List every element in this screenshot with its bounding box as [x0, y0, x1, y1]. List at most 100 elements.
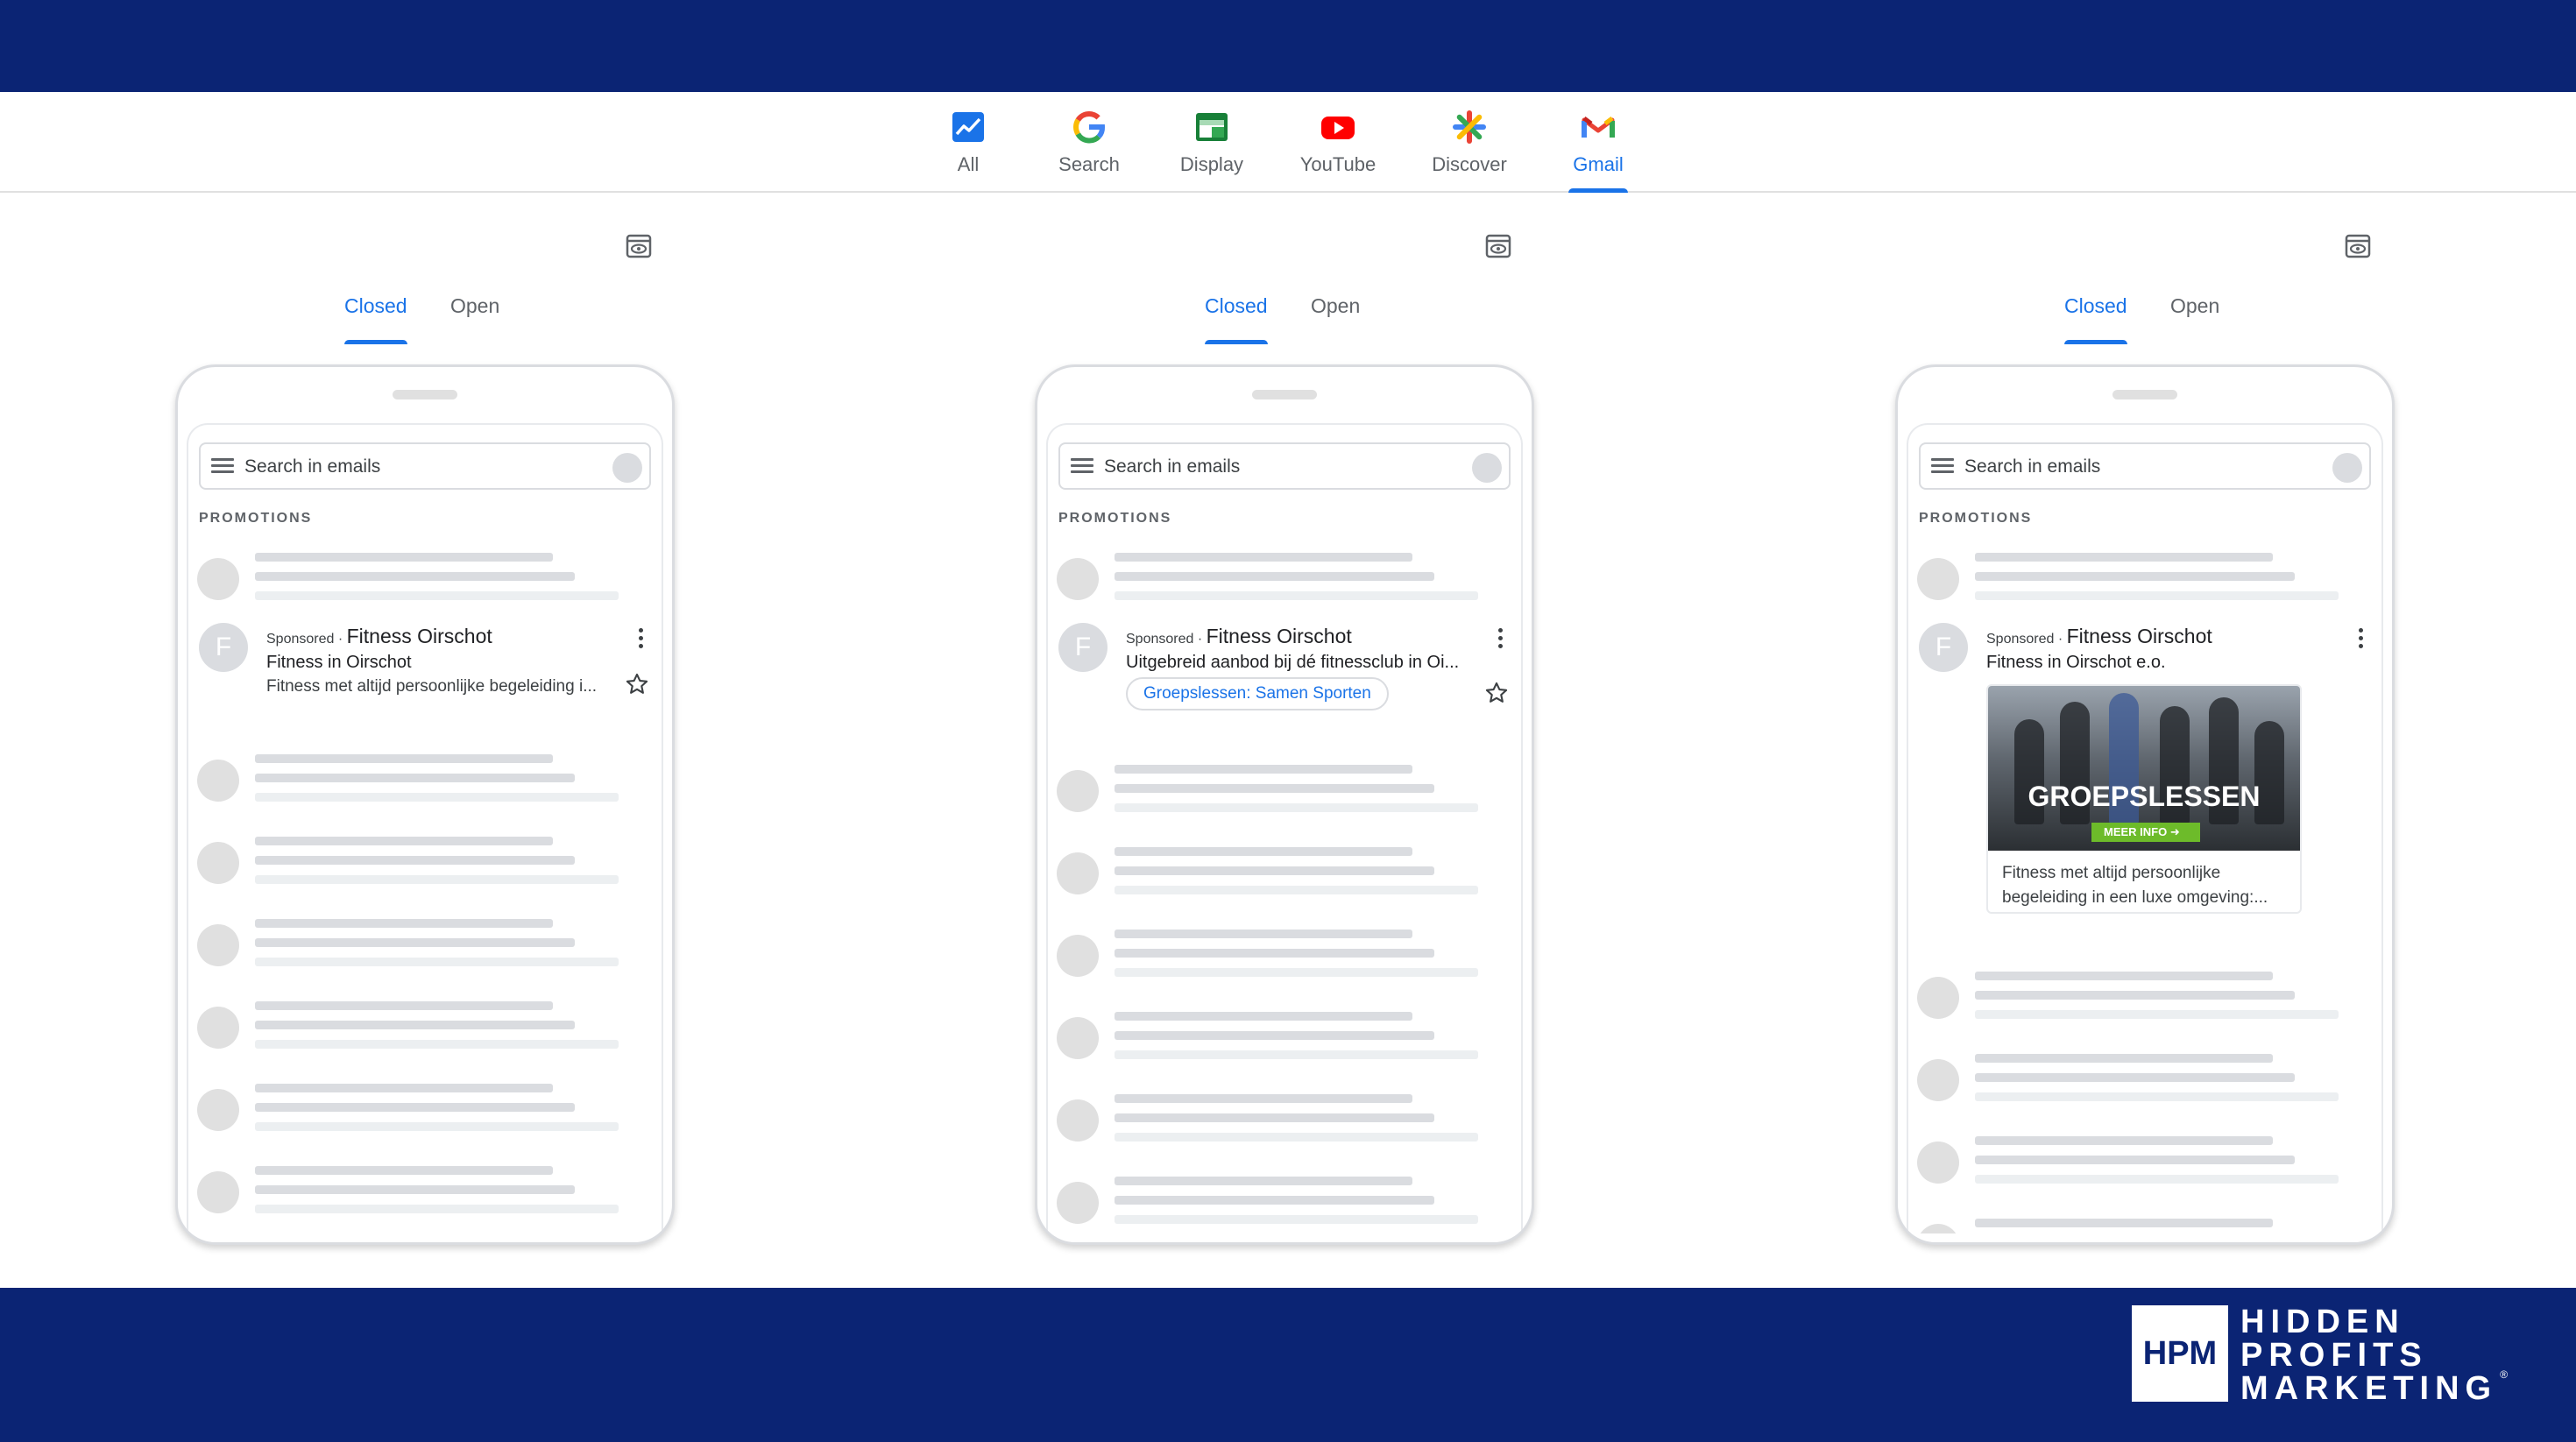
- search-placeholder: Search in emails: [244, 456, 381, 477]
- advertiser-avatar: F: [199, 623, 248, 672]
- channel-tab-display[interactable]: Display: [1177, 92, 1247, 193]
- channel-label: All: [957, 153, 980, 175]
- separator: ·: [334, 632, 347, 647]
- more-options-icon[interactable]: [1497, 628, 1504, 651]
- registered-mark: ®: [2500, 1368, 2509, 1381]
- placeholder-email-row: [1057, 930, 1512, 982]
- search-input[interactable]: Search in emails: [1058, 442, 1511, 490]
- placeholder-email-row: [197, 1084, 653, 1136]
- advertiser-avatar: F: [1058, 623, 1108, 672]
- sponsored-email-ad[interactable]: F Sponsored · Fitness Oirschot Uitgebrei…: [1058, 623, 1511, 719]
- channel-tab-search[interactable]: Search: [1055, 92, 1123, 193]
- top-banner: [0, 0, 2576, 92]
- tab-open[interactable]: Open: [1311, 294, 1360, 318]
- placeholder-email-row: [1057, 1177, 1512, 1229]
- sitelink-chip[interactable]: Groepslessen: Samen Sporten: [1126, 677, 1389, 710]
- sponsored-label: Sponsored: [1986, 632, 2055, 647]
- menu-icon[interactable]: [1931, 458, 1954, 474]
- channel-tab-youtube[interactable]: YouTube: [1299, 92, 1377, 193]
- ad-header: Sponsored · Fitness Oirschot: [1986, 625, 2212, 648]
- placeholder-email-row: [197, 837, 653, 889]
- menu-icon[interactable]: [1071, 458, 1093, 474]
- tab-open[interactable]: Open: [450, 294, 499, 318]
- tab-closed[interactable]: Closed: [344, 294, 407, 344]
- more-options-icon[interactable]: [637, 628, 644, 651]
- logo-wordmark: HIDDEN PROFITS MARKETING: [2240, 1304, 2498, 1407]
- advertiser-name: Fitness Oirschot: [2066, 625, 2212, 647]
- active-tab-indicator: [1205, 340, 1268, 344]
- display-ad-icon: [1196, 113, 1228, 141]
- tab-closed[interactable]: Closed: [2064, 294, 2127, 344]
- placeholder-email-row: [197, 1001, 653, 1054]
- placeholder-email-row: [1917, 1219, 2373, 1233]
- sponsored-label: Sponsored: [1126, 632, 1194, 647]
- search-placeholder: Search in emails: [1104, 456, 1241, 477]
- more-options-icon[interactable]: [2357, 628, 2364, 651]
- channel-tab-gmail[interactable]: Gmail: [1568, 92, 1628, 193]
- ad-header: Sponsored · Fitness Oirschot: [1126, 625, 1352, 648]
- sponsored-email-ad[interactable]: F Sponsored · Fitness Oirschot Fitness i…: [1919, 623, 2371, 921]
- ad-channel-tabs: All Search Display YouTube Discover Gmai…: [0, 92, 2576, 193]
- placeholder-email-row: [1057, 765, 1512, 817]
- placeholder-email-row: [1057, 1012, 1512, 1064]
- separator: ·: [1193, 632, 1207, 647]
- section-label: PROMOTIONS: [1919, 511, 2033, 526]
- placeholder-email-row: [1917, 553, 2373, 605]
- channel-tab-discover[interactable]: Discover: [1429, 92, 1510, 193]
- tab-open[interactable]: Open: [2170, 294, 2219, 318]
- phone-speaker: [1252, 390, 1317, 399]
- phone-preview-image-ad: Search in emails PROMOTIONS F Sponsored …: [1895, 364, 2395, 1245]
- preview-icon[interactable]: [626, 233, 652, 259]
- preview-icon[interactable]: [2345, 233, 2371, 259]
- placeholder-email-row: [1917, 1054, 2373, 1106]
- star-icon[interactable]: [625, 672, 649, 696]
- channel-label: Gmail: [1573, 153, 1624, 175]
- ad-headline: Uitgebreid aanbod bij dé fitnessclub in …: [1126, 653, 1460, 672]
- account-avatar[interactable]: [612, 453, 642, 483]
- account-avatar[interactable]: [2332, 453, 2362, 483]
- preview-icon[interactable]: [1485, 233, 1511, 259]
- active-tab-indicator: [344, 340, 407, 344]
- ad-headline: Fitness in Oirschot e.o.: [1986, 653, 2166, 672]
- youtube-icon: [1321, 117, 1355, 139]
- placeholder-email-row: [1057, 553, 1512, 605]
- search-input[interactable]: Search in emails: [1919, 442, 2371, 490]
- placeholder-email-row: [1917, 972, 2373, 1024]
- placeholder-email-row: [1917, 1136, 2373, 1189]
- separator: ·: [2054, 632, 2067, 647]
- phone-preview-text-ad: Search in emails PROMOTIONS F Sponsored …: [175, 364, 675, 1245]
- sponsored-email-ad[interactable]: F Sponsored · Fitness Oirschot Fitness i…: [199, 623, 651, 710]
- channel-label: Display: [1179, 153, 1244, 175]
- search-input[interactable]: Search in emails: [199, 442, 651, 490]
- placeholder-email-row: [197, 553, 653, 605]
- section-label: PROMOTIONS: [199, 511, 313, 526]
- tab-closed[interactable]: Closed: [1205, 294, 1268, 344]
- promo-description: Fitness met altijd persoonlijke begeleid…: [2002, 864, 2268, 907]
- placeholder-email-row: [197, 919, 653, 972]
- placeholder-email-row: [197, 754, 653, 807]
- channel-label: Search: [1058, 153, 1120, 175]
- account-avatar[interactable]: [1472, 453, 1502, 483]
- channel-label: Discover: [1432, 153, 1507, 175]
- star-icon[interactable]: [1484, 681, 1509, 705]
- sponsored-label: Sponsored: [266, 632, 335, 647]
- placeholder-email-row: [197, 1166, 653, 1219]
- gmail-screen: Search in emails PROMOTIONS F Sponsored …: [187, 423, 663, 1233]
- chart-icon: [952, 112, 984, 142]
- active-tab-indicator: [1568, 188, 1628, 193]
- ad-header: Sponsored · Fitness Oirschot: [266, 625, 492, 648]
- promo-image: GROEPSLESSEN MEER INFO ➜: [1988, 686, 2300, 851]
- promo-image-title: GROEPSLESSEN: [2028, 781, 2261, 812]
- channel-tab-all[interactable]: All: [948, 92, 988, 193]
- placeholder-email-row: [1057, 847, 1512, 900]
- ad-headline: Fitness in Oirschot: [266, 653, 412, 672]
- gmail-screen: Search in emails PROMOTIONS F Sponsored …: [1907, 423, 2383, 1233]
- phone-speaker: [393, 390, 457, 399]
- promo-image-card[interactable]: GROEPSLESSEN MEER INFO ➜ Fitness met alt…: [1986, 684, 2302, 914]
- ad-description: Fitness met altijd persoonlijke begeleid…: [266, 677, 598, 696]
- phone-speaker: [2112, 390, 2177, 399]
- channel-label: YouTube: [1299, 153, 1376, 175]
- menu-icon[interactable]: [211, 458, 234, 474]
- gmail-icon: [1582, 117, 1615, 138]
- phone-preview-chip-ad: Search in emails PROMOTIONS F Sponsored …: [1035, 364, 1534, 1245]
